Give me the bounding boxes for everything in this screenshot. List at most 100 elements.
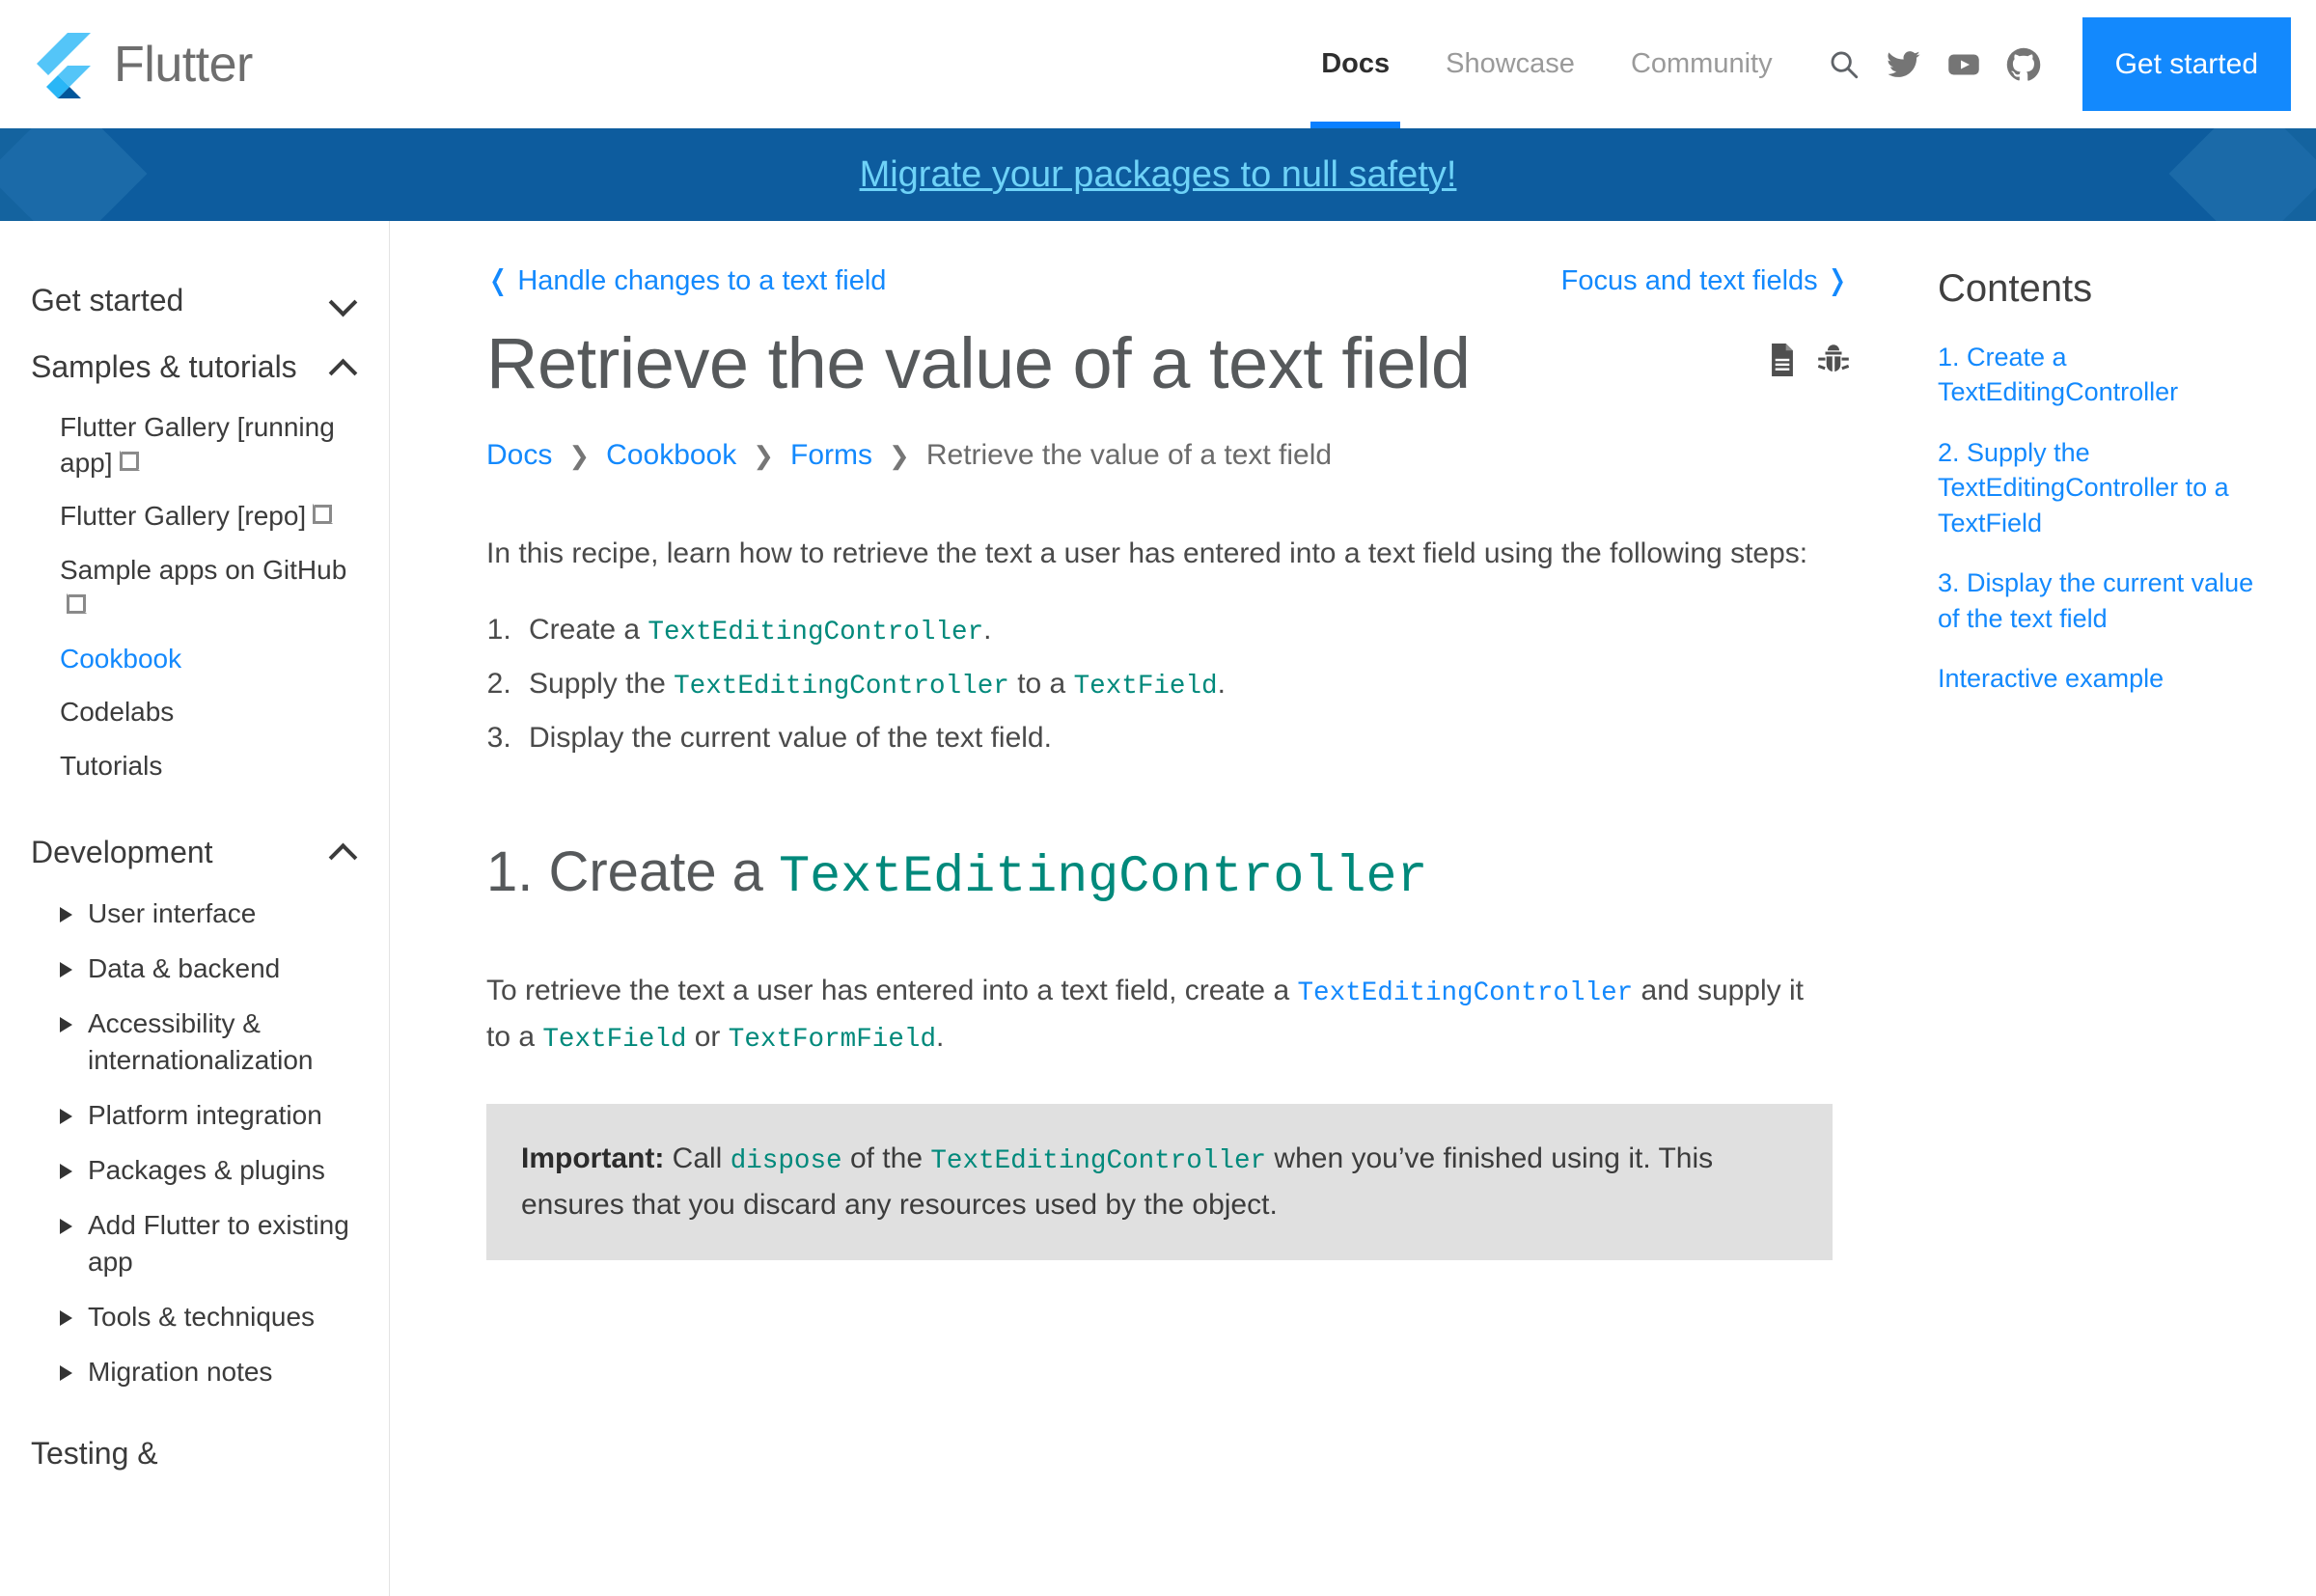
next-page-link[interactable]: Focus and text fields ❭ — [1561, 263, 1849, 297]
sidebar-group-samples-tutorials[interactable]: Samples & tutorials — [31, 334, 364, 400]
step-text: Display the current value of the text fi… — [529, 722, 1052, 755]
announcement-banner[interactable]: Migrate your packages to null safety! — [0, 128, 2316, 221]
sidebar-item-label: Migration notes — [88, 1356, 273, 1387]
sidebar-item-label: User interface — [88, 897, 257, 928]
chevron-up-icon — [331, 355, 356, 380]
triangle-right-icon — [60, 1164, 72, 1180]
section-heading-code: TextEditingController — [779, 849, 1428, 908]
header-nav: Docs Showcase Community Get started — [1293, 0, 2316, 128]
nav-item-community[interactable]: Community — [1603, 0, 1801, 128]
sidebar-group-get-started[interactable]: Get started — [31, 267, 364, 334]
section-heading-number: 1. Create a — [486, 840, 780, 904]
sidebar-group-label: Testing & — [31, 1436, 158, 1472]
breadcrumb-item-current: Retrieve the value of a text field — [925, 439, 1333, 472]
sidebar-group-development[interactable]: Development — [31, 819, 364, 886]
sidebar-group-testing[interactable]: Testing & — [31, 1420, 364, 1487]
triangle-right-icon — [60, 1219, 72, 1235]
section-1-paragraph: To retrieve the text a user has entered … — [486, 969, 1833, 1061]
list-item: Create a TextEditingController. — [519, 608, 1849, 652]
callout-label: Important: — [521, 1142, 665, 1174]
toc-link-4[interactable]: Interactive example — [1938, 661, 2277, 696]
breadcrumb-separator-icon: ❯ — [753, 440, 775, 470]
triangle-right-icon — [60, 906, 72, 922]
sidebar-item-add-flutter-existing-app[interactable]: Add Flutter to existing app — [60, 1197, 364, 1288]
sidebar-item-label: Flutter Gallery [running app] — [60, 412, 335, 479]
sidebar-item-label: Packages & plugins — [88, 1155, 325, 1186]
callout-code-controller: TextEditingController — [930, 1145, 1267, 1176]
sidebar-item-cookbook[interactable]: Cookbook — [60, 632, 364, 685]
inline-code-link[interactable]: TextEditingController — [1297, 978, 1633, 1008]
sidebar-item-data-backend[interactable]: Data & backend — [60, 941, 364, 996]
sidebar-subitems-samples: Flutter Gallery [running app] Flutter Ga… — [31, 400, 364, 792]
breadcrumb-item-forms[interactable]: Forms — [790, 439, 872, 472]
prev-next-pager: ❬ Handle changes to a text field Focus a… — [486, 263, 1849, 297]
page-action-icons — [1768, 322, 1850, 381]
sidebar-item-label: Add Flutter to existing app — [88, 1210, 349, 1277]
nav-item-showcase[interactable]: Showcase — [1418, 0, 1603, 128]
sidebar-subitems-development: User interface Data & backend Accessibil… — [31, 886, 364, 1399]
sidebar-item-packages-plugins[interactable]: Packages & plugins — [60, 1142, 364, 1197]
sidebar-item-accessibility-i18n[interactable]: Accessibility & internationalization — [60, 996, 364, 1087]
get-started-button[interactable]: Get started — [2082, 17, 2291, 111]
external-link-icon — [67, 592, 87, 614]
chevron-up-icon — [331, 839, 356, 865]
sidebar-item-platform-integration[interactable]: Platform integration — [60, 1087, 364, 1142]
breadcrumb-item-docs[interactable]: Docs — [486, 439, 552, 472]
sidebar-item-label: Sample apps on GitHub — [60, 554, 347, 585]
breadcrumb: Docs ❯ Cookbook ❯ Forms ❯ Retrieve the v… — [486, 439, 1849, 472]
page-title: Retrieve the value of a text field — [486, 323, 1471, 403]
banner-chevron-decoration — [2168, 128, 2316, 221]
sidebar-item-flutter-gallery-repo[interactable]: Flutter Gallery [repo] — [60, 489, 364, 542]
callout-code-dispose: dispose — [730, 1145, 842, 1176]
prev-page-link[interactable]: ❬ Handle changes to a text field — [486, 263, 886, 297]
toc-link-1[interactable]: 1. Create a TextEditingController — [1938, 340, 2277, 410]
toc-link-3[interactable]: 3. Display the current value of the text… — [1938, 565, 2277, 636]
sidebar-group-label: Get started — [31, 283, 184, 317]
step-text: Supply the — [529, 667, 675, 700]
sidebar-item-user-interface[interactable]: User interface — [60, 886, 364, 941]
step-code-2: TextField — [1073, 671, 1218, 702]
sidebar-item-label: Data & backend — [88, 953, 281, 984]
chevron-down-icon — [331, 289, 356, 314]
triangle-right-icon — [60, 962, 72, 978]
paragraph-text-or: or — [686, 1021, 729, 1054]
brand-home-link[interactable]: Flutter — [33, 31, 253, 98]
toc-title: Contents — [1938, 267, 2093, 310]
step-text-end: . — [1217, 667, 1226, 700]
sidebar-item-sample-apps-github[interactable]: Sample apps on GitHub — [60, 543, 364, 632]
sidebar-item-flutter-gallery-running-app[interactable]: Flutter Gallery [running app] — [60, 400, 364, 489]
paragraph-text-end: . — [936, 1021, 945, 1054]
intro-paragraph: In this recipe, learn how to retrieve th… — [486, 537, 1808, 570]
important-callout: Important: Call dispose of the TextEditi… — [486, 1103, 1833, 1261]
external-link-icon — [313, 504, 334, 525]
toc-link-2[interactable]: 2. Supply the TextEditingController to a… — [1938, 435, 2277, 540]
header-icon-links — [1801, 0, 2054, 128]
sidebar-item-tools-techniques[interactable]: Tools & techniques — [60, 1289, 364, 1344]
table-of-contents: Contents 1. Create a TextEditingControll… — [1926, 221, 2316, 1596]
nav-item-docs[interactable]: Docs — [1293, 0, 1418, 128]
sidebar-nav: Get started Samples & tutorials Flutter … — [0, 221, 390, 1596]
breadcrumb-item-cookbook[interactable]: Cookbook — [606, 439, 736, 472]
search-icon[interactable] — [1814, 35, 1874, 95]
banner-link[interactable]: Migrate your packages to null safety! — [860, 154, 1457, 196]
sidebar-item-codelabs[interactable]: Codelabs — [60, 685, 364, 738]
bug-report-icon[interactable] — [1817, 344, 1850, 381]
breadcrumb-separator-icon: ❯ — [889, 440, 910, 470]
github-icon[interactable] — [1994, 35, 2054, 95]
page-layout: Get started Samples & tutorials Flutter … — [0, 221, 2316, 1596]
page-source-icon[interactable] — [1768, 344, 1797, 381]
list-item: Supply the TextEditingController to a Te… — [519, 662, 1849, 706]
flutter-logo-icon — [33, 31, 93, 98]
inline-code: TextField — [542, 1025, 687, 1056]
sidebar-item-label: Tools & techniques — [88, 1301, 316, 1332]
sidebar-item-label: Flutter Gallery [repo] — [60, 501, 307, 532]
triangle-right-icon — [60, 1364, 72, 1381]
step-code: TextEditingController — [674, 671, 1009, 702]
twitter-icon[interactable] — [1874, 35, 1934, 95]
youtube-icon[interactable] — [1934, 35, 1994, 95]
callout-text-2: of the — [841, 1142, 931, 1174]
sidebar-item-migration-notes[interactable]: Migration notes — [60, 1344, 364, 1399]
step-text-mid: to a — [1008, 667, 1074, 700]
triangle-right-icon — [60, 1108, 72, 1124]
sidebar-item-tutorials[interactable]: Tutorials — [60, 739, 364, 792]
